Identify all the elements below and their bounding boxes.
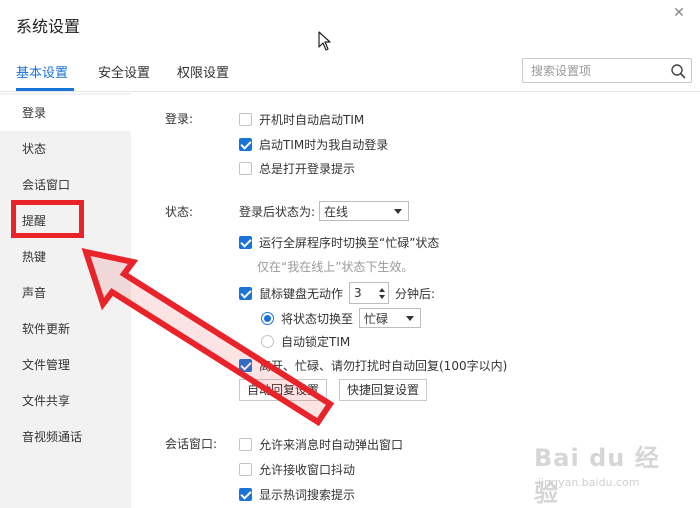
tab-security-settings[interactable]: 安全设置 [98, 62, 150, 81]
sidebar-item-file-sharing[interactable]: 文件共享 [0, 383, 131, 419]
close-icon[interactable]: ✕ [672, 6, 686, 20]
option-auto-popup[interactable]: 允许来消息时自动弹出窗口 [239, 435, 403, 453]
switch-status-select[interactable]: 忙碌 [359, 308, 422, 328]
session-section-label: 会话窗口: [165, 437, 218, 451]
after-login-status-label: 登录后状态为: [239, 204, 316, 219]
sidebar-item-hotkey[interactable]: 热键 [0, 239, 131, 275]
watermark-url: jingyan.baidu.com [538, 476, 640, 489]
idle-minutes-value: 3 [354, 286, 362, 300]
search-input[interactable] [523, 59, 663, 82]
sidebar-item-sound[interactable]: 声音 [0, 275, 131, 311]
sidebar-item-login[interactable]: 登录 [0, 95, 131, 131]
sidebar-item-av-call[interactable]: 音视频通话 [0, 419, 131, 455]
switch-status-value: 忙碌 [364, 311, 389, 326]
tab-basic-settings[interactable]: 基本设置 [16, 62, 68, 81]
chevron-down-icon[interactable] [379, 294, 386, 299]
option-auto-reply-label: 离开、忙碌、请勿打扰时自动回复(100字以内) [259, 358, 508, 373]
after-login-status-select[interactable]: 在线 [319, 201, 410, 221]
status-section-label: 状态: [165, 205, 194, 219]
checkbox-hot-search[interactable] [239, 487, 252, 501]
idle-minutes-stepper[interactable]: 3 [349, 282, 390, 304]
checkbox-window-shake[interactable] [239, 462, 252, 476]
sidebar: 登录 状态 会话窗口 提醒 热键 声音 软件更新 文件管理 文件共享 音视频通话 [0, 93, 131, 508]
option-fullscreen-busy[interactable]: 运行全屏程序时切换至“忙碌”状态 [239, 233, 439, 251]
option-auto-reply[interactable]: 离开、忙碌、请勿打扰时自动回复(100字以内) [239, 356, 507, 374]
option-autostart-label: 开机时自动启动TIM [259, 112, 365, 127]
search-icon[interactable] [670, 63, 686, 79]
option-fullscreen-busy-label: 运行全屏程序时切换至“忙碌”状态 [259, 235, 440, 250]
search-box [522, 58, 692, 83]
tab-bar: 基本设置 安全设置 权限设置 [0, 48, 700, 92]
option-idle-label: 鼠标键盘无动作 [259, 286, 344, 301]
option-login-prompt-label: 总是打开登录提示 [259, 161, 356, 176]
after-login-status-value: 在线 [324, 204, 349, 219]
fullscreen-hint: 仅在“我在线上”状态下生效。 [257, 260, 414, 274]
option-auto-lock-label: 自动锁定TIM [281, 334, 351, 349]
watermark-main: Bai du 经验 [534, 444, 660, 507]
tab-permission-settings[interactable]: 权限设置 [177, 62, 229, 81]
checkbox-idle[interactable] [239, 286, 252, 300]
active-tab-indicator [16, 88, 74, 91]
sidebar-item-software-update[interactable]: 软件更新 [0, 311, 131, 347]
option-window-shake-label: 允许接收窗口抖动 [259, 462, 356, 477]
checkbox-auto-popup[interactable] [239, 437, 252, 451]
sidebar-item-session-window[interactable]: 会话窗口 [0, 167, 131, 203]
option-window-shake[interactable]: 允许接收窗口抖动 [239, 460, 355, 478]
login-section-label: 登录: [165, 112, 194, 126]
option-autologin-label: 启动TIM时为我自动登录 [259, 137, 389, 152]
auto-reply-settings-button[interactable]: 自动回复设置 [239, 379, 328, 401]
option-switch-status: 将状态切换至 忙碌 [261, 308, 422, 328]
option-hot-search-label: 显示热词搜索提示 [259, 487, 356, 502]
annotation-highlight-box [11, 200, 84, 238]
sidebar-item-status[interactable]: 状态 [0, 131, 131, 167]
option-autostart[interactable]: 开机时自动启动TIM [239, 110, 364, 128]
title-bar: 系统设置 ✕ [0, 0, 700, 48]
chevron-down-icon [406, 315, 415, 321]
checkbox-fullscreen-busy[interactable] [239, 235, 252, 249]
option-autologin[interactable]: 启动TIM时为我自动登录 [239, 135, 388, 153]
checkbox-login-prompt[interactable] [239, 161, 252, 175]
radio-switch-status[interactable] [261, 311, 274, 325]
after-login-status-row: 登录后状态为: 在线 [239, 201, 410, 221]
option-login-prompt[interactable]: 总是打开登录提示 [239, 159, 355, 177]
option-auto-lock[interactable]: 自动锁定TIM [261, 332, 350, 350]
quick-reply-settings-button[interactable]: 快捷回复设置 [339, 379, 428, 401]
sidebar-item-file-management[interactable]: 文件管理 [0, 347, 131, 383]
radio-auto-lock[interactable] [261, 334, 274, 348]
baidu-watermark: Bai du 经验 jingyan.baidu.com [534, 438, 684, 507]
chevron-up-icon[interactable] [379, 287, 386, 292]
checkbox-autostart[interactable] [239, 112, 252, 126]
option-switch-status-label: 将状态切换至 [281, 311, 354, 326]
option-auto-popup-label: 允许来消息时自动弹出窗口 [259, 437, 404, 452]
chevron-down-icon [394, 208, 403, 214]
idle-suffix-label: 分钟后: [395, 286, 436, 301]
option-idle: 鼠标键盘无动作 3 分钟后: [239, 282, 436, 304]
checkbox-autologin[interactable] [239, 137, 252, 151]
window-title: 系统设置 [16, 17, 81, 36]
option-hot-search[interactable]: 显示热词搜索提示 [239, 485, 355, 503]
checkbox-auto-reply[interactable] [239, 358, 252, 372]
stepper-arrows[interactable] [376, 283, 388, 303]
